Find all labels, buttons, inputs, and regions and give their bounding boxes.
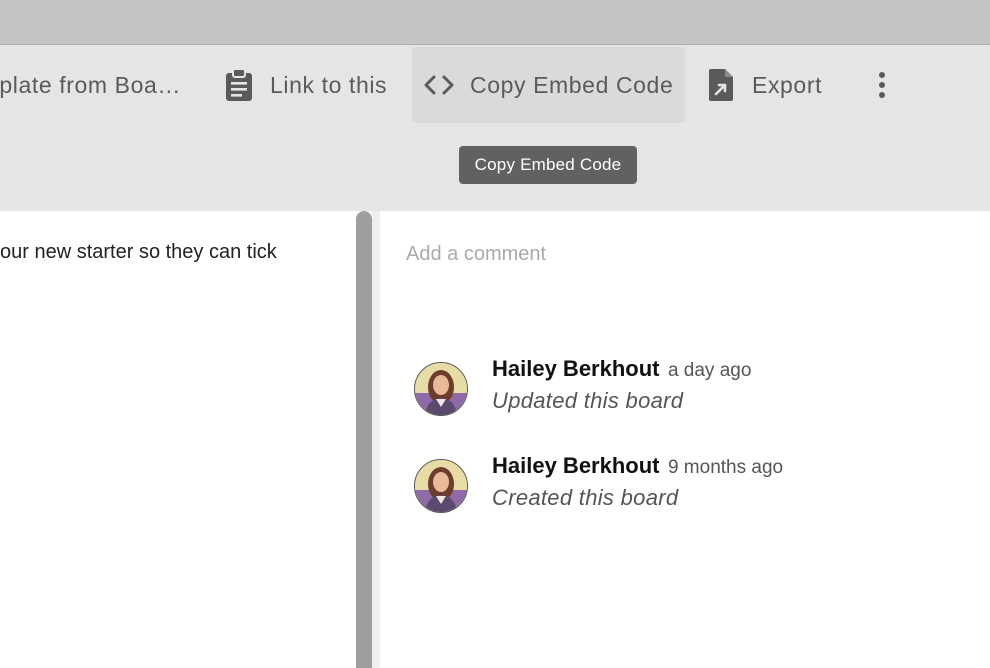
board-description-text: our new starter so they can tick bbox=[0, 241, 277, 263]
more-options-button[interactable] bbox=[862, 65, 902, 105]
more-vert-icon bbox=[879, 72, 885, 98]
copy-embed-code-button[interactable]: Copy Embed Code bbox=[412, 47, 685, 123]
activity-user-name[interactable]: Hailey Berkhout bbox=[492, 453, 660, 478]
avatar bbox=[414, 362, 468, 416]
export-label: Export bbox=[752, 71, 823, 98]
comments-panel: Hailey Berkhout a day ago Updated this b… bbox=[380, 211, 990, 668]
export-button[interactable]: Export bbox=[704, 47, 822, 123]
clipboard-icon bbox=[222, 68, 256, 102]
board-toolbar: nplate from Boa… Link to this Copy Embed… bbox=[0, 45, 990, 211]
add-comment-input[interactable] bbox=[406, 237, 966, 271]
scrollbar-thumb[interactable] bbox=[356, 211, 372, 668]
activity-user-name[interactable]: Hailey Berkhout bbox=[492, 356, 660, 381]
board-description-panel: our new starter so they can tick bbox=[0, 211, 356, 668]
avatar bbox=[414, 459, 468, 513]
activity-description: Updated this board bbox=[492, 388, 684, 413]
tooltip: Copy Embed Code bbox=[459, 146, 637, 184]
activity-timestamp: 9 months ago bbox=[667, 457, 784, 478]
window-top-strip bbox=[0, 0, 990, 45]
file-export-icon bbox=[704, 68, 738, 102]
code-icon bbox=[422, 68, 456, 102]
template-from-board-button[interactable]: nplate from Boa… bbox=[0, 47, 181, 123]
copy-embed-code-label: Copy Embed Code bbox=[470, 71, 674, 98]
activity-item: Hailey Berkhout 9 months ago Created thi… bbox=[414, 453, 974, 529]
activity-header: Hailey Berkhout 9 months ago bbox=[492, 453, 783, 479]
link-to-this-label: Link to this bbox=[270, 71, 388, 98]
activity-header: Hailey Berkhout a day ago bbox=[492, 356, 751, 382]
template-from-board-label: nplate from Boa… bbox=[0, 71, 181, 98]
link-to-this-button[interactable]: Link to this bbox=[222, 47, 387, 123]
panel-divider bbox=[372, 211, 380, 668]
activity-timestamp: a day ago bbox=[667, 360, 752, 381]
activity-item: Hailey Berkhout a day ago Updated this b… bbox=[414, 356, 974, 432]
activity-description: Created this board bbox=[492, 485, 679, 510]
